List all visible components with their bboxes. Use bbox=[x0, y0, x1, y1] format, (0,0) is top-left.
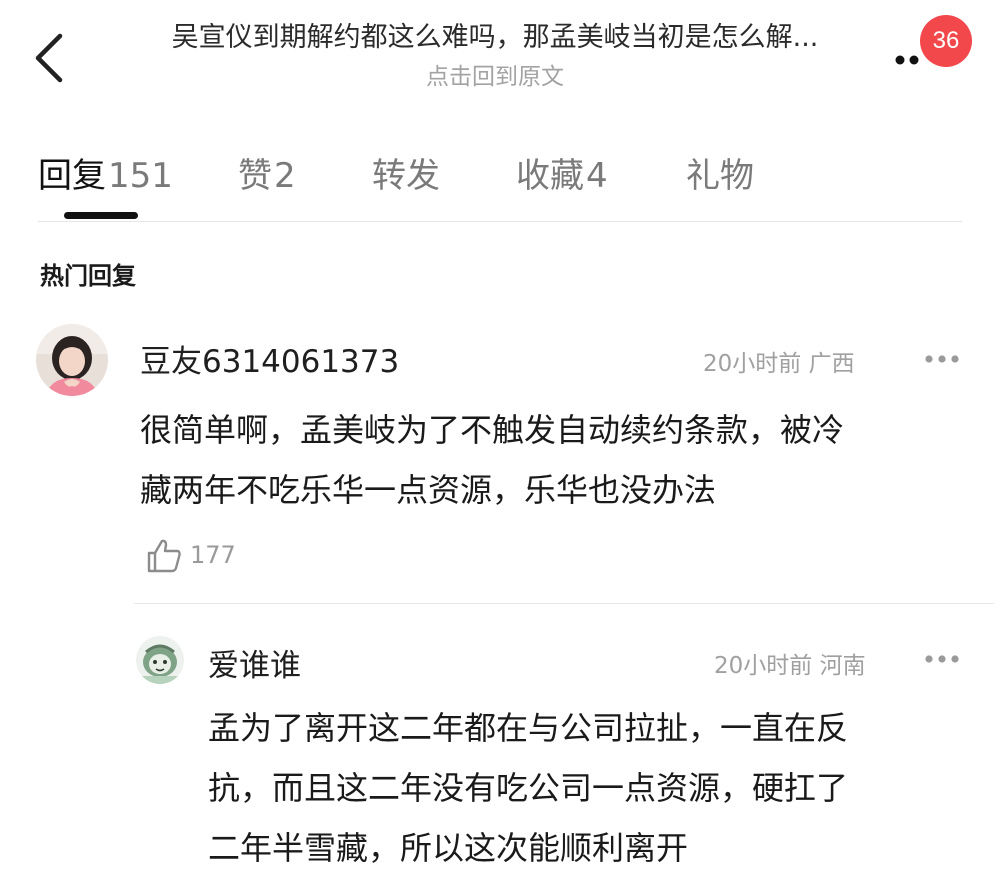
comment-time: 20小时前 bbox=[703, 351, 802, 377]
tab-count: 2 bbox=[274, 156, 296, 196]
reply-text-line: 孟为了离开这二年都在与公司拉扯，一直在反 bbox=[208, 709, 849, 747]
tab-label: 收藏 bbox=[516, 156, 584, 196]
reply-text-line: 二年半雪藏，所以这次能顺利离开 bbox=[208, 829, 689, 867]
reply-text-line: 抗，而且这二年没有吃公司一点资源，硬扛了 bbox=[208, 769, 849, 807]
reply-more-button[interactable] bbox=[920, 649, 964, 669]
reply-meta: 20小时前 河南 bbox=[714, 646, 866, 680]
back-button[interactable] bbox=[28, 30, 72, 86]
avatar-girl-photo-icon bbox=[36, 324, 108, 396]
reply-location: 河南 bbox=[819, 653, 866, 679]
original-post-link[interactable]: 吴宣仪到期解约都这么难吗，那孟美岐当初是怎么解... 点击回到原文 bbox=[90, 18, 900, 92]
comment-more-button[interactable] bbox=[920, 349, 964, 369]
top-bar: 吴宣仪到期解约都这么难吗，那孟美岐当初是怎么解... 点击回到原文 36 bbox=[0, 0, 994, 110]
notification-badge[interactable]: 36 bbox=[920, 15, 972, 67]
more-dots-icon bbox=[925, 655, 959, 663]
tab-label: 转发 bbox=[372, 156, 440, 196]
reply-text: 孟为了离开这二年都在与公司拉扯，一直在反 抗，而且这二年没有吃公司一点资源，硬扛… bbox=[208, 698, 848, 878]
tab-count: 151 bbox=[108, 156, 173, 196]
tab-replies[interactable]: 回复151 bbox=[38, 148, 173, 197]
tab-reposts[interactable]: 转发 bbox=[372, 148, 440, 197]
section-title: 热门回复 bbox=[40, 262, 136, 290]
post-title[interactable]: 吴宣仪到期解约都这么难吗，那孟美岐当初是怎么解... bbox=[90, 18, 900, 58]
thumbs-up-icon bbox=[147, 539, 181, 573]
user-avatar[interactable] bbox=[36, 324, 108, 396]
comment-text-line: 很简单啊，孟美岐为了不触发自动续约条款，被冷 bbox=[140, 411, 845, 449]
divider bbox=[134, 603, 994, 604]
active-tab-indicator bbox=[64, 212, 138, 219]
tab-label: 回复 bbox=[38, 156, 106, 196]
reply-username[interactable]: 爱谁谁 bbox=[208, 640, 301, 685]
tab-gifts[interactable]: 礼物 bbox=[686, 148, 754, 197]
like-count: 177 bbox=[190, 541, 236, 569]
tab-favorites[interactable]: 收藏4 bbox=[516, 148, 608, 197]
reply-time: 20小时前 bbox=[714, 653, 813, 679]
avatar-cartoon-icon bbox=[136, 636, 184, 684]
back-to-original-hint[interactable]: 点击回到原文 bbox=[90, 62, 900, 92]
comment-text-line: 藏两年不吃乐华一点资源，乐华也没办法 bbox=[140, 471, 717, 509]
chevron-left-icon bbox=[35, 33, 63, 83]
reply-user-avatar[interactable] bbox=[136, 636, 184, 684]
divider bbox=[38, 221, 962, 222]
like-button[interactable] bbox=[144, 536, 184, 576]
tab-count: 4 bbox=[586, 156, 608, 196]
tab-label: 赞 bbox=[238, 156, 272, 196]
tab-label: 礼物 bbox=[686, 156, 754, 196]
username[interactable]: 豆友6314061373 bbox=[140, 336, 399, 381]
comment-meta: 20小时前 广西 bbox=[703, 344, 855, 378]
comment-location: 广西 bbox=[808, 351, 855, 377]
tab-bar: 回复151 赞2 转发 收藏4 礼物 bbox=[0, 140, 994, 222]
tab-likes[interactable]: 赞2 bbox=[238, 148, 296, 197]
more-dots-icon bbox=[925, 355, 959, 363]
comment-text: 很简单啊，孟美岐为了不触发自动续约条款，被冷 藏两年不吃乐华一点资源，乐华也没办… bbox=[140, 400, 844, 520]
